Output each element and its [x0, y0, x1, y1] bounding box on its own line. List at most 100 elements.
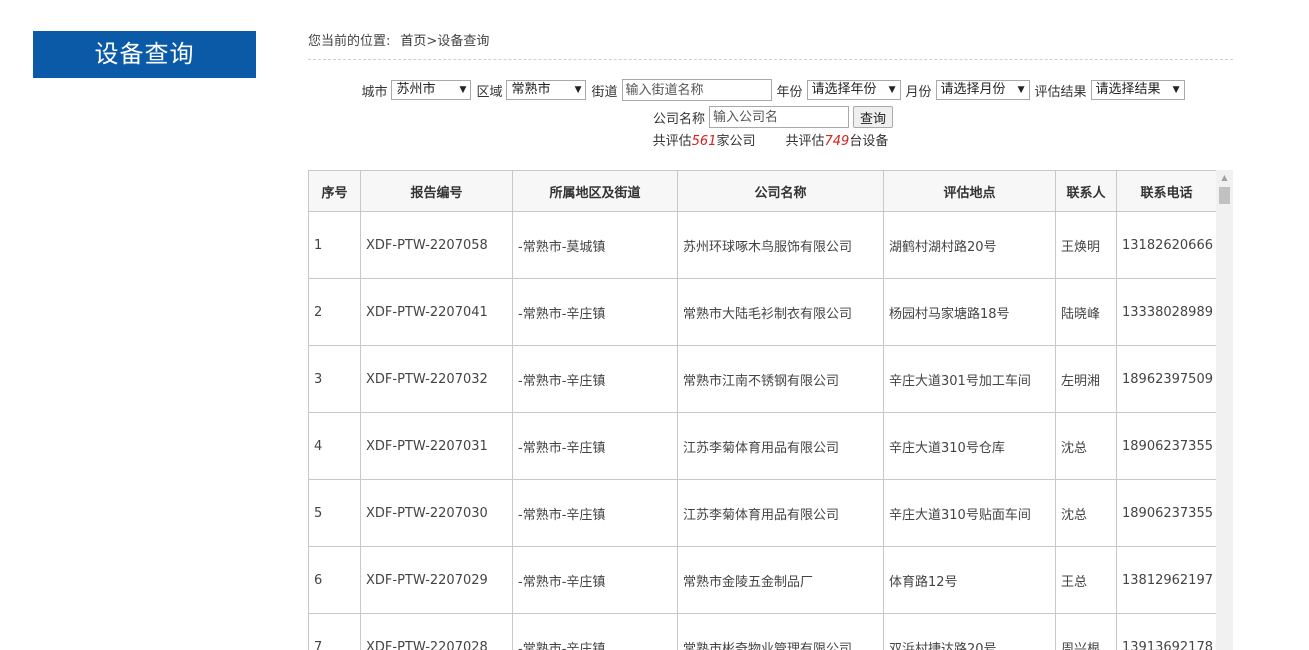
street-input[interactable] [621, 79, 772, 101]
cell-contact: 沈总 [1055, 479, 1117, 547]
year-label: 年份 [776, 84, 803, 100]
chevron-down-icon: ▼ [1172, 85, 1180, 95]
companies-count: 561 [691, 134, 717, 149]
header-location: 评估地点 [883, 170, 1056, 212]
stats-summary: 共评估 561 家公司 共评估 749 台设备 [308, 132, 1233, 152]
street-label: 街道 [591, 84, 618, 100]
cell-index: 1 [308, 211, 361, 279]
results-table-container: 序号 报告编号 所属地区及街道 公司名称 评估地点 联系人 联系电话 1 XDF… [308, 170, 1233, 650]
cell-company-name: 常熟市金陵五金制品厂 [677, 546, 884, 614]
cell-report-no: XDF-PTW-2207028 [360, 613, 513, 650]
breadcrumb-prefix: 您当前的位置: [308, 34, 391, 49]
cell-location: 辛庄大道301号加工车间 [883, 345, 1056, 413]
cell-phone: 13338028989 [1116, 278, 1217, 346]
cell-phone: 18962397509 [1116, 345, 1217, 413]
header-region-street: 所属地区及街道 [512, 170, 678, 212]
cell-index: 6 [308, 546, 361, 614]
cell-report-no: XDF-PTW-2207029 [360, 546, 513, 614]
cell-location: 湖鹤村湖村路20号 [883, 211, 1056, 279]
result-select[interactable]: 请选择结果 ▼ [1090, 80, 1185, 100]
table-row: 6 XDF-PTW-2207029 -常熟市-辛庄镇 常熟市金陵五金制品厂 体育… [308, 546, 1217, 614]
month-label: 月份 [905, 84, 932, 100]
cell-phone: 18906237355 [1116, 479, 1217, 547]
cell-phone: 18906237355 [1116, 412, 1217, 480]
table-header-row: 序号 报告编号 所属地区及街道 公司名称 评估地点 联系人 联系电话 [308, 170, 1217, 212]
companies-prefix: 共评估 [652, 134, 692, 149]
region-label: 区域 [476, 84, 503, 100]
year-select-value: 请选择年份 [811, 82, 877, 97]
cell-index: 3 [308, 345, 361, 413]
year-select[interactable]: 请选择年份 ▼ [806, 80, 901, 100]
chevron-down-icon: ▼ [459, 85, 467, 95]
cell-contact: 王焕明 [1055, 211, 1117, 279]
cell-region-street: -常熟市-辛庄镇 [512, 479, 678, 547]
devices-count: 749 [824, 134, 850, 149]
cell-contact: 周兴根 [1055, 613, 1117, 650]
cell-location: 杨园村马家塘路18号 [883, 278, 1056, 346]
table-row: 7 XDF-PTW-2207028 -常熟市-辛庄镇 常熟市彬奇物业管理有限公司… [308, 613, 1217, 650]
breadcrumb-separator: > [426, 34, 438, 49]
scroll-thumb[interactable] [1219, 187, 1230, 204]
region-select[interactable]: 常熟市 ▼ [506, 80, 587, 100]
company-label: 公司名称 [652, 111, 705, 127]
cell-phone: 13812962197 [1116, 546, 1217, 614]
table-row: 2 XDF-PTW-2207041 -常熟市-辛庄镇 常熟市大陆毛衫制衣有限公司… [308, 278, 1217, 346]
cell-phone: 13182620666 [1116, 211, 1217, 279]
cell-contact: 王总 [1055, 546, 1117, 614]
cell-location: 辛庄大道310号贴面车间 [883, 479, 1056, 547]
cell-location: 双浜村捷达路20号 [883, 613, 1056, 650]
table-row: 5 XDF-PTW-2207030 -常熟市-辛庄镇 江苏李菊体育用品有限公司 … [308, 479, 1217, 547]
cell-contact: 陆晓峰 [1055, 278, 1117, 346]
chevron-down-icon: ▼ [1017, 85, 1025, 95]
chevron-down-icon: ▼ [888, 85, 896, 95]
breadcrumb-home-link[interactable]: 首页 [400, 34, 426, 49]
company-input[interactable] [709, 106, 849, 128]
filter-panel: 城市 苏州市 ▼ 区域 常熟市 ▼ 街道 年份 请选择年份 ▼ 月份 请选择月份… [308, 78, 1233, 152]
results-table: 序号 报告编号 所属地区及街道 公司名称 评估地点 联系人 联系电话 1 XDF… [308, 170, 1217, 650]
cell-company-name: 江苏李菊体育用品有限公司 [677, 412, 884, 480]
companies-suffix: 家公司 [716, 134, 756, 149]
breadcrumb-current: 设备查询 [437, 34, 490, 49]
city-label: 城市 [361, 84, 388, 100]
cell-report-no: XDF-PTW-2207032 [360, 345, 513, 413]
cell-phone: 13913692178 [1116, 613, 1217, 650]
city-select-value: 苏州市 [396, 82, 436, 97]
header-report-no: 报告编号 [360, 170, 513, 212]
result-label: 评估结果 [1034, 84, 1087, 100]
cell-region-street: -常熟市-辛庄镇 [512, 278, 678, 346]
cell-report-no: XDF-PTW-2207031 [360, 412, 513, 480]
cell-index: 4 [308, 412, 361, 480]
cell-location: 体育路12号 [883, 546, 1056, 614]
cell-region-street: -常熟市-辛庄镇 [512, 412, 678, 480]
table-row: 3 XDF-PTW-2207032 -常熟市-辛庄镇 常熟市江南不锈钢有限公司 … [308, 345, 1217, 413]
header-company-name: 公司名称 [677, 170, 884, 212]
cell-report-no: XDF-PTW-2207058 [360, 211, 513, 279]
cell-region-street: -常熟市-辛庄镇 [512, 546, 678, 614]
cell-location: 辛庄大道310号仓库 [883, 412, 1056, 480]
chevron-down-icon: ▼ [574, 85, 582, 95]
cell-company-name: 常熟市彬奇物业管理有限公司 [677, 613, 884, 650]
cell-company-name: 苏州环球啄木鸟服饰有限公司 [677, 211, 884, 279]
region-select-value: 常熟市 [511, 82, 551, 97]
devices-suffix: 台设备 [849, 134, 889, 149]
header-phone: 联系电话 [1116, 170, 1217, 212]
cell-company-name: 江苏李菊体育用品有限公司 [677, 479, 884, 547]
scroll-up-arrow-icon[interactable]: ▲ [1216, 173, 1233, 182]
table-row: 4 XDF-PTW-2207031 -常熟市-辛庄镇 江苏李菊体育用品有限公司 … [308, 412, 1217, 480]
cell-region-street: -常熟市-辛庄镇 [512, 345, 678, 413]
month-select[interactable]: 请选择月份 ▼ [935, 80, 1030, 100]
header-index: 序号 [308, 170, 361, 212]
search-button[interactable]: 查询 [853, 106, 894, 128]
cell-report-no: XDF-PTW-2207030 [360, 479, 513, 547]
table-scrollbar[interactable]: ▲ [1216, 170, 1233, 650]
cell-company-name: 常熟市江南不锈钢有限公司 [677, 345, 884, 413]
city-select[interactable]: 苏州市 ▼ [391, 80, 472, 100]
cell-region-street: -常熟市-莫城镇 [512, 211, 678, 279]
result-select-value: 请选择结果 [1095, 82, 1161, 97]
devices-prefix: 共评估 [785, 134, 825, 149]
month-select-value: 请选择月份 [940, 82, 1006, 97]
cell-index: 5 [308, 479, 361, 547]
table-row: 1 XDF-PTW-2207058 -常熟市-莫城镇 苏州环球啄木鸟服饰有限公司… [308, 211, 1217, 279]
cell-contact: 沈总 [1055, 412, 1117, 480]
cell-contact: 左明湘 [1055, 345, 1117, 413]
